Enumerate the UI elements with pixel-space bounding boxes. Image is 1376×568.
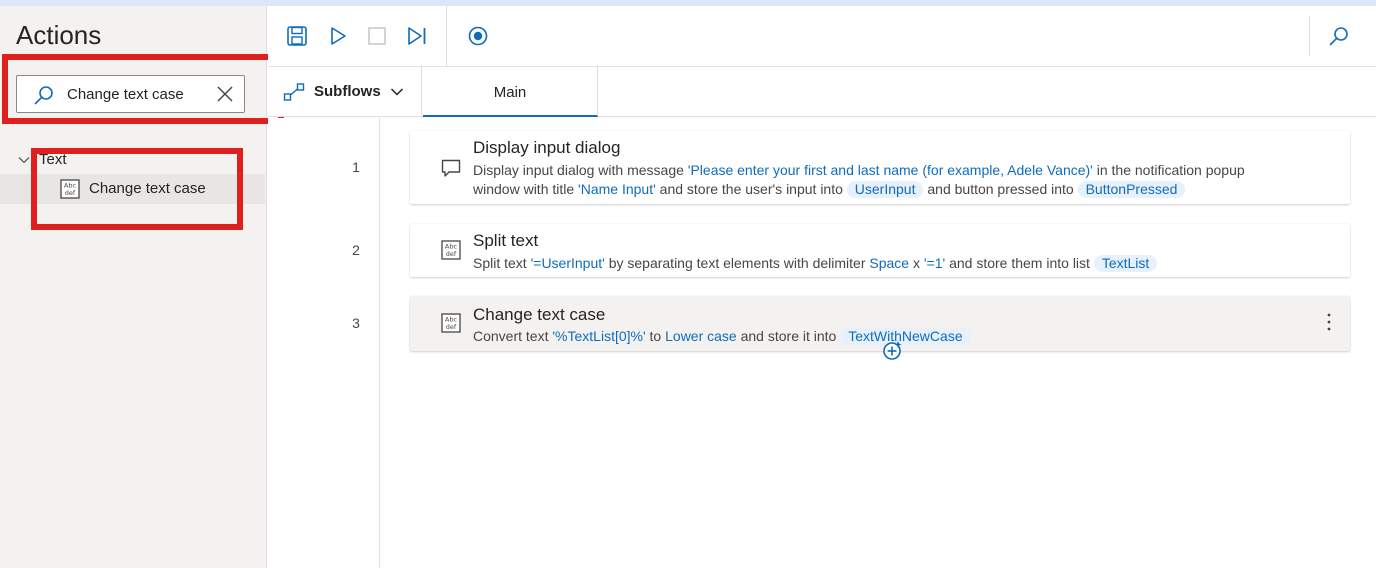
parameter-value: '=1' — [923, 255, 946, 271]
text-action-icon: Abc def — [441, 313, 461, 333]
parameter-value: 'Name Input' — [578, 181, 656, 197]
subflows-dropdown[interactable]: Subflows — [268, 67, 422, 116]
parameter-value: '%TextList[0]%' — [552, 328, 646, 344]
save-icon[interactable] — [286, 25, 308, 47]
subflows-label: Subflows — [314, 83, 381, 100]
tab-main[interactable]: Main — [423, 67, 598, 117]
record-icon[interactable] — [467, 25, 489, 47]
parameter-value: Lower case — [665, 328, 737, 344]
add-action-icon[interactable] — [881, 340, 903, 362]
svg-text:def: def — [446, 250, 457, 258]
toolbar-divider — [1309, 16, 1310, 56]
action-title: Split text — [473, 231, 539, 250]
action-highlight-box — [31, 148, 243, 230]
run-icon[interactable] — [327, 25, 349, 47]
flow-tabs-bar: Subflows Main — [268, 67, 1376, 117]
action-description: Display input dialog with message 'Pleas… — [473, 162, 1245, 178]
search-highlight-box — [2, 54, 284, 124]
svg-text:def: def — [446, 323, 457, 331]
line-number: 3 — [352, 315, 360, 331]
text-action-icon: Abc def — [441, 240, 461, 260]
designer-toolbar — [268, 6, 1376, 67]
more-options-icon[interactable] — [1326, 312, 1332, 332]
action-title: Change text case — [473, 305, 606, 324]
chevron-down-icon — [390, 88, 404, 96]
parameter-value: Space — [869, 255, 910, 271]
line-number: 1 — [352, 159, 360, 175]
chevron-down-icon[interactable] — [18, 154, 30, 166]
parameter-value: '=UserInput' — [530, 255, 605, 271]
action-title: Display input dialog — [473, 138, 621, 157]
flow-action-change-text-case[interactable]: Abc def Change text case Convert text '%… — [410, 296, 1350, 351]
line-number-gutter — [268, 118, 380, 568]
parameter-value: 'Please enter your first and last name (… — [687, 162, 1093, 178]
tab-main-label: Main — [493, 84, 527, 101]
variable-token: TextList — [1093, 255, 1158, 272]
variable-token: UserInput — [846, 181, 924, 198]
run-next-action-icon[interactable] — [406, 25, 428, 47]
actions-pane-title: Actions — [16, 20, 102, 50]
line-number: 2 — [352, 242, 360, 258]
variable-token: TextWithNewCase — [840, 328, 971, 345]
flow-action-display-input-dialog[interactable]: Display input dialog Display input dialo… — [410, 131, 1350, 204]
message-dialog-icon — [441, 159, 461, 177]
flow-action-split-text[interactable]: Abc def Split text Split text '=UserInpu… — [410, 224, 1350, 277]
subflow-icon — [283, 83, 305, 101]
action-description: window with title 'Name Input' and store… — [473, 179, 1186, 199]
search-icon[interactable] — [1328, 25, 1350, 47]
action-description: Split text '=UserInput' by separating te… — [473, 253, 1158, 273]
variable-token: ButtonPressed — [1077, 181, 1186, 198]
toolbar-divider — [446, 6, 447, 66]
stop-icon[interactable] — [366, 25, 388, 47]
